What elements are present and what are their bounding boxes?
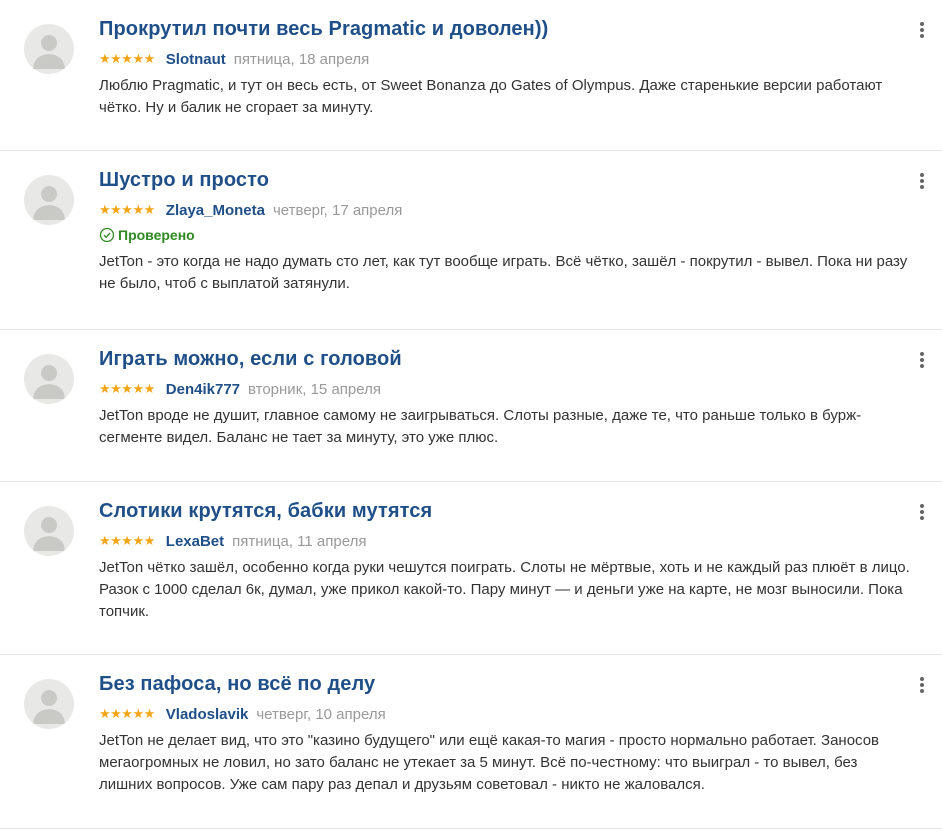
review-text: JetTon чётко зашёл, особенно когда руки …	[99, 559, 910, 620]
user-avatar-icon	[24, 679, 74, 729]
review-meta: ★★★★★ Zlaya_Moneta четверг, 17 апреля	[99, 200, 922, 220]
review-date: четверг, 10 апреля	[256, 705, 386, 723]
review-date: вторник, 15 апреля	[248, 380, 381, 398]
review-author[interactable]: Slotnaut	[166, 51, 226, 68]
verified-badge: Проверено	[99, 225, 922, 245]
review-author[interactable]: Zlaya_Moneta	[166, 202, 265, 219]
review-text: JetTon - это когда не надо думать сто ле…	[99, 253, 908, 292]
review-item: Играть можно, если с головой ★★★★★ Den4i…	[0, 330, 942, 482]
review-date: пятница, 11 апреля	[232, 532, 367, 550]
more-options-icon[interactable]	[916, 677, 928, 697]
review-item: Шустро и просто ★★★★★ Zlaya_Moneta четве…	[0, 151, 942, 330]
review-title: Без пафоса, но всё по делу	[99, 673, 376, 695]
more-options-icon[interactable]	[916, 22, 928, 42]
review-item: Слотики крутятся, бабки мутятся ★★★★★ Le…	[0, 482, 942, 655]
user-avatar-icon	[24, 354, 74, 404]
review-text: JetTon вроде не душит, главное самому не…	[99, 407, 862, 446]
review-author[interactable]: LexaBet	[166, 533, 224, 550]
review-author[interactable]: Vladoslavik	[166, 706, 249, 723]
rating-stars-icon: ★★★★★	[99, 533, 155, 548]
review-date: пятница, 18 апреля	[233, 50, 370, 68]
review-date: четверг, 17 апреля	[272, 201, 403, 219]
user-avatar-icon	[24, 24, 74, 74]
rating-stars-icon: ★★★★★	[99, 381, 155, 396]
user-avatar-icon	[24, 175, 74, 225]
review-meta: ★★★★★ LexaBet пятница, 11 апреля	[99, 531, 922, 551]
more-options-icon[interactable]	[916, 504, 928, 524]
user-avatar-icon	[24, 506, 74, 556]
review-title: Шустро и просто	[99, 169, 270, 191]
review-title: Играть можно, если с головой	[99, 348, 402, 370]
reviews-list: Прокрутил почти весь Pragmatic и доволен…	[0, 0, 942, 829]
review-item: Без пафоса, но всё по делу ★★★★★ Vladosl…	[0, 655, 942, 829]
review-text: Люблю Pragmatic, и тут он весь есть, от …	[99, 77, 883, 116]
more-options-icon[interactable]	[916, 352, 928, 372]
review-text: JetTon не делает вид, что это "казино бу…	[99, 732, 880, 793]
review-meta: ★★★★★ Slotnaut пятница, 18 апреля	[99, 49, 922, 69]
check-circle-icon	[99, 227, 115, 243]
rating-stars-icon: ★★★★★	[99, 706, 155, 721]
review-meta: ★★★★★ Vladoslavik четверг, 10 апреля	[99, 704, 922, 724]
review-title: Прокрутил почти весь Pragmatic и доволен…	[99, 18, 549, 40]
review-title: Слотики крутятся, бабки мутятся	[99, 500, 433, 522]
rating-stars-icon: ★★★★★	[99, 51, 155, 66]
review-author[interactable]: Den4ik777	[166, 381, 240, 398]
verified-label: Проверено	[118, 227, 195, 243]
review-item: Прокрутил почти весь Pragmatic и доволен…	[0, 0, 942, 151]
more-options-icon[interactable]	[916, 173, 928, 193]
review-meta: ★★★★★ Den4ik777 вторник, 15 апреля	[99, 379, 922, 399]
rating-stars-icon: ★★★★★	[99, 202, 155, 217]
